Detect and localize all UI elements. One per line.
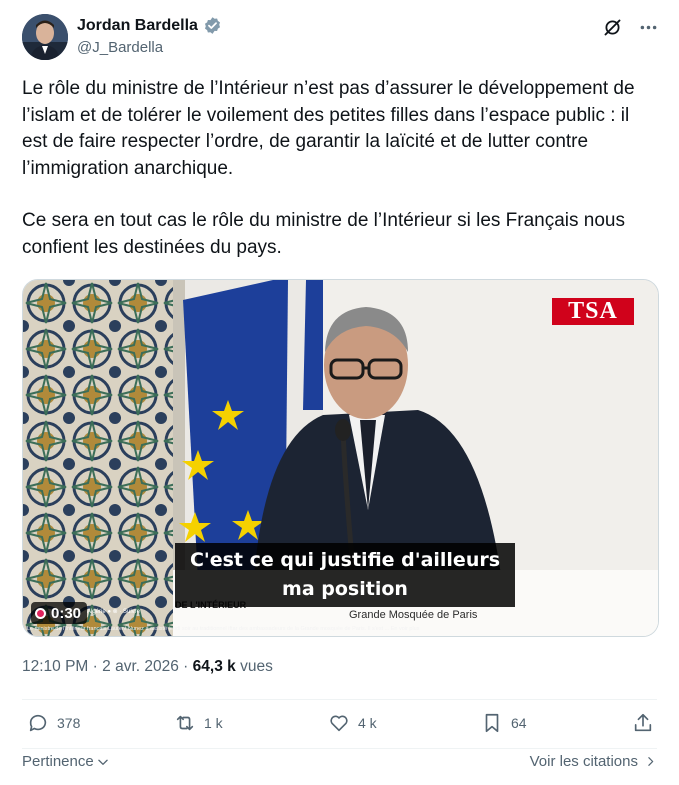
- grok-icon[interactable]: [601, 16, 623, 38]
- footer-divider: [22, 748, 657, 749]
- tweet-time[interactable]: 12:10 PM: [22, 658, 88, 675]
- share-button[interactable]: [632, 712, 654, 734]
- quotes-label: Voir les citations: [529, 753, 638, 770]
- record-dot-icon: [35, 607, 46, 619]
- display-name[interactable]: Jordan Bardella: [77, 17, 198, 35]
- more-icon[interactable]: [637, 16, 659, 38]
- repost-count: 1 k: [204, 715, 223, 731]
- video-duration: 0:30: [51, 604, 82, 622]
- handle[interactable]: @J_Bardella: [77, 39, 222, 56]
- meta-separator: ·: [92, 658, 98, 675]
- sort-label: Pertinence: [22, 753, 94, 770]
- divider: [22, 699, 657, 700]
- author-info: Jordan Bardella @J_Bardella: [77, 16, 222, 56]
- chevron-right-icon: [648, 757, 654, 766]
- repost-icon: [176, 715, 194, 731]
- view-quotes-link[interactable]: Voir les citations: [530, 753, 657, 770]
- avatar[interactable]: [22, 14, 68, 60]
- video-duration-badge: 0:30: [31, 602, 88, 624]
- views-count: 64,3 k: [192, 658, 236, 675]
- reply-button[interactable]: 378: [27, 712, 80, 734]
- channel-tag: Algérie ● ⊗ · Suivre: [87, 609, 141, 615]
- repost-button[interactable]: 1 k: [174, 712, 223, 734]
- heart-icon: [330, 715, 348, 732]
- like-count: 4 k: [358, 715, 377, 731]
- sort-dropdown[interactable]: Pertinence: [22, 753, 110, 770]
- tweet-date[interactable]: 2 avr. 2026: [102, 658, 179, 675]
- meta-separator-2: ·: [183, 658, 189, 675]
- bookmark-icon: [485, 713, 499, 733]
- verified-badge-icon: [203, 16, 222, 35]
- bookmark-button[interactable]: 64: [481, 712, 527, 734]
- tweet-meta: 12:10 PM · 2 avr. 2026 · 64,3 k vues: [22, 658, 273, 676]
- reply-icon: [29, 714, 47, 732]
- tsa-logo: TSA: [552, 298, 634, 325]
- like-button[interactable]: 4 k: [328, 712, 377, 734]
- reply-count: 378: [57, 715, 81, 731]
- action-bar: 378 1 k 4 k 64: [22, 712, 662, 742]
- share-icon: [634, 713, 652, 732]
- tweet-text: Le rôle du ministre de l’Intérieur n’est…: [22, 76, 652, 261]
- video-caption: C'est ce qui justifie d'ailleurs ma posi…: [175, 543, 515, 607]
- video-player[interactable]: TSA DE L'INTÉRIEUR Grande Mosquée de Par…: [22, 279, 659, 637]
- tweet-paragraph-1: Le rôle du ministre de l’Intérieur n’est…: [22, 78, 635, 179]
- video-ticker: Le ministre de l'Intérieur français Laur…: [27, 626, 420, 632]
- tweet-paragraph-2: Ce sera en tout cas le rôle du ministre …: [22, 210, 625, 258]
- bookmark-count: 64: [511, 715, 527, 731]
- tweet-header: Jordan Bardella @J_Bardella: [22, 14, 659, 62]
- views-label: vues: [240, 658, 273, 675]
- chevron-down-icon: [97, 759, 108, 765]
- podium-label-mosquee: Grande Mosquée de Paris: [349, 609, 478, 621]
